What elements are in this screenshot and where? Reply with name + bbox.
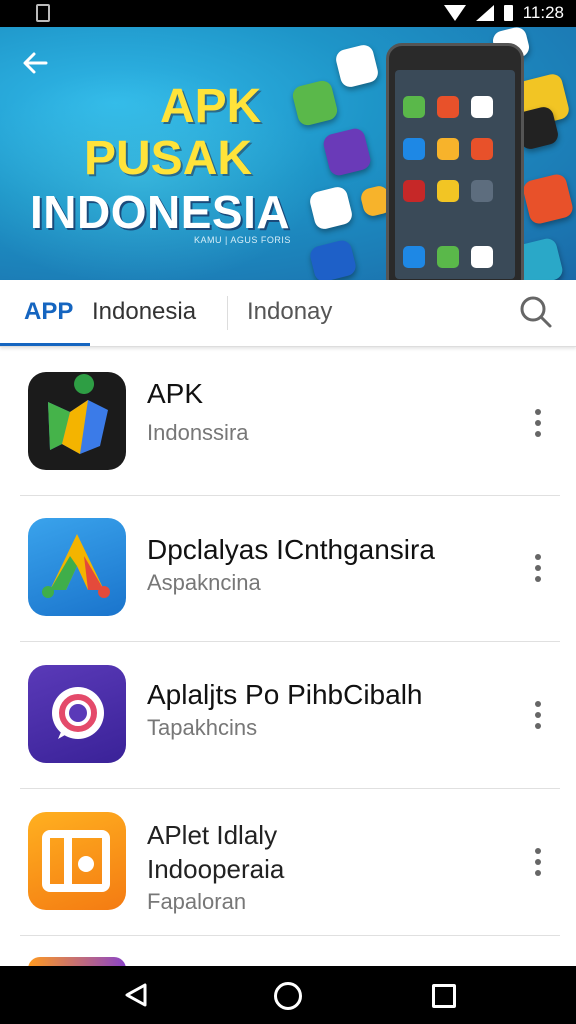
tab-divider: [227, 296, 228, 330]
system-nav-bar: [0, 966, 576, 1024]
floating-app-icon: [333, 42, 381, 90]
banner-tagline: KAMU | AGUS FORIS: [194, 235, 291, 245]
tab-indonay[interactable]: Indonay: [247, 298, 332, 326]
list-divider: [20, 935, 560, 936]
status-time: 11:28: [522, 3, 564, 22]
nav-recents-icon[interactable]: [432, 984, 456, 1008]
hero-banner: APK PUSAK INDONESIA KAMU | AGUS FORIS: [0, 27, 576, 280]
floating-app-icon: [307, 184, 355, 232]
app-icon-drive: [28, 518, 126, 616]
nav-home-icon[interactable]: [274, 982, 302, 1010]
app-subtitle: Aspakncina: [147, 570, 261, 595]
tab-app[interactable]: APP: [24, 298, 73, 326]
nav-back-icon[interactable]: [123, 982, 149, 1008]
back-arrow-icon[interactable]: [20, 49, 50, 77]
tab-active-indicator: [0, 343, 90, 346]
app-icon-maps: [28, 372, 126, 470]
status-bar: 11:28: [0, 0, 576, 27]
tab-indonesia[interactable]: Indonesia: [92, 298, 196, 326]
list-item[interactable]: APlet Idlaly Indooperaia Fapaloran: [0, 788, 576, 934]
app-subtitle: Indonssira: [147, 420, 249, 445]
app-title: Aplaljts Po PihbCibalh: [147, 679, 423, 710]
floating-app-icon: [321, 126, 373, 178]
battery-icon: [503, 5, 513, 21]
app-icon-orange: [28, 812, 126, 910]
list-item[interactable]: Dpclalyas ICnthgansira Aspakncina: [0, 494, 576, 640]
app-subtitle: Fapaloran: [147, 889, 247, 914]
wifi-icon: [443, 5, 466, 21]
floating-app-icon: [290, 78, 340, 128]
signal-icon: [475, 5, 494, 21]
list-item[interactable]: APK Indonssira: [0, 347, 576, 493]
banner-title-line2: PUSAK: [84, 132, 253, 185]
floating-app-icon: [521, 172, 575, 226]
app-icon-chat: [28, 665, 126, 763]
phone-illustration: [386, 43, 524, 280]
search-icon[interactable]: [519, 295, 553, 329]
more-vert-icon[interactable]: [534, 554, 542, 590]
app-title-line2: Indooperaia: [147, 854, 285, 884]
tab-bar: APP Indonesia Indonay: [0, 280, 576, 347]
more-vert-icon[interactable]: [534, 701, 542, 737]
app-title: APlet Idlaly: [147, 820, 278, 850]
more-vert-icon[interactable]: [534, 848, 542, 884]
sim-icon: [36, 4, 50, 22]
app-title: Dpclalyas ICnthgansira: [147, 534, 435, 565]
banner-title-line3: INDONESIA: [30, 186, 291, 238]
more-vert-icon[interactable]: [534, 409, 542, 445]
list-item[interactable]: Aplaljts Po PihbCibalh Tapakhcins: [0, 641, 576, 787]
banner-title-line1: APK: [160, 80, 262, 133]
app-title: APK: [147, 378, 204, 409]
app-subtitle: Tapakhcins: [147, 715, 258, 740]
